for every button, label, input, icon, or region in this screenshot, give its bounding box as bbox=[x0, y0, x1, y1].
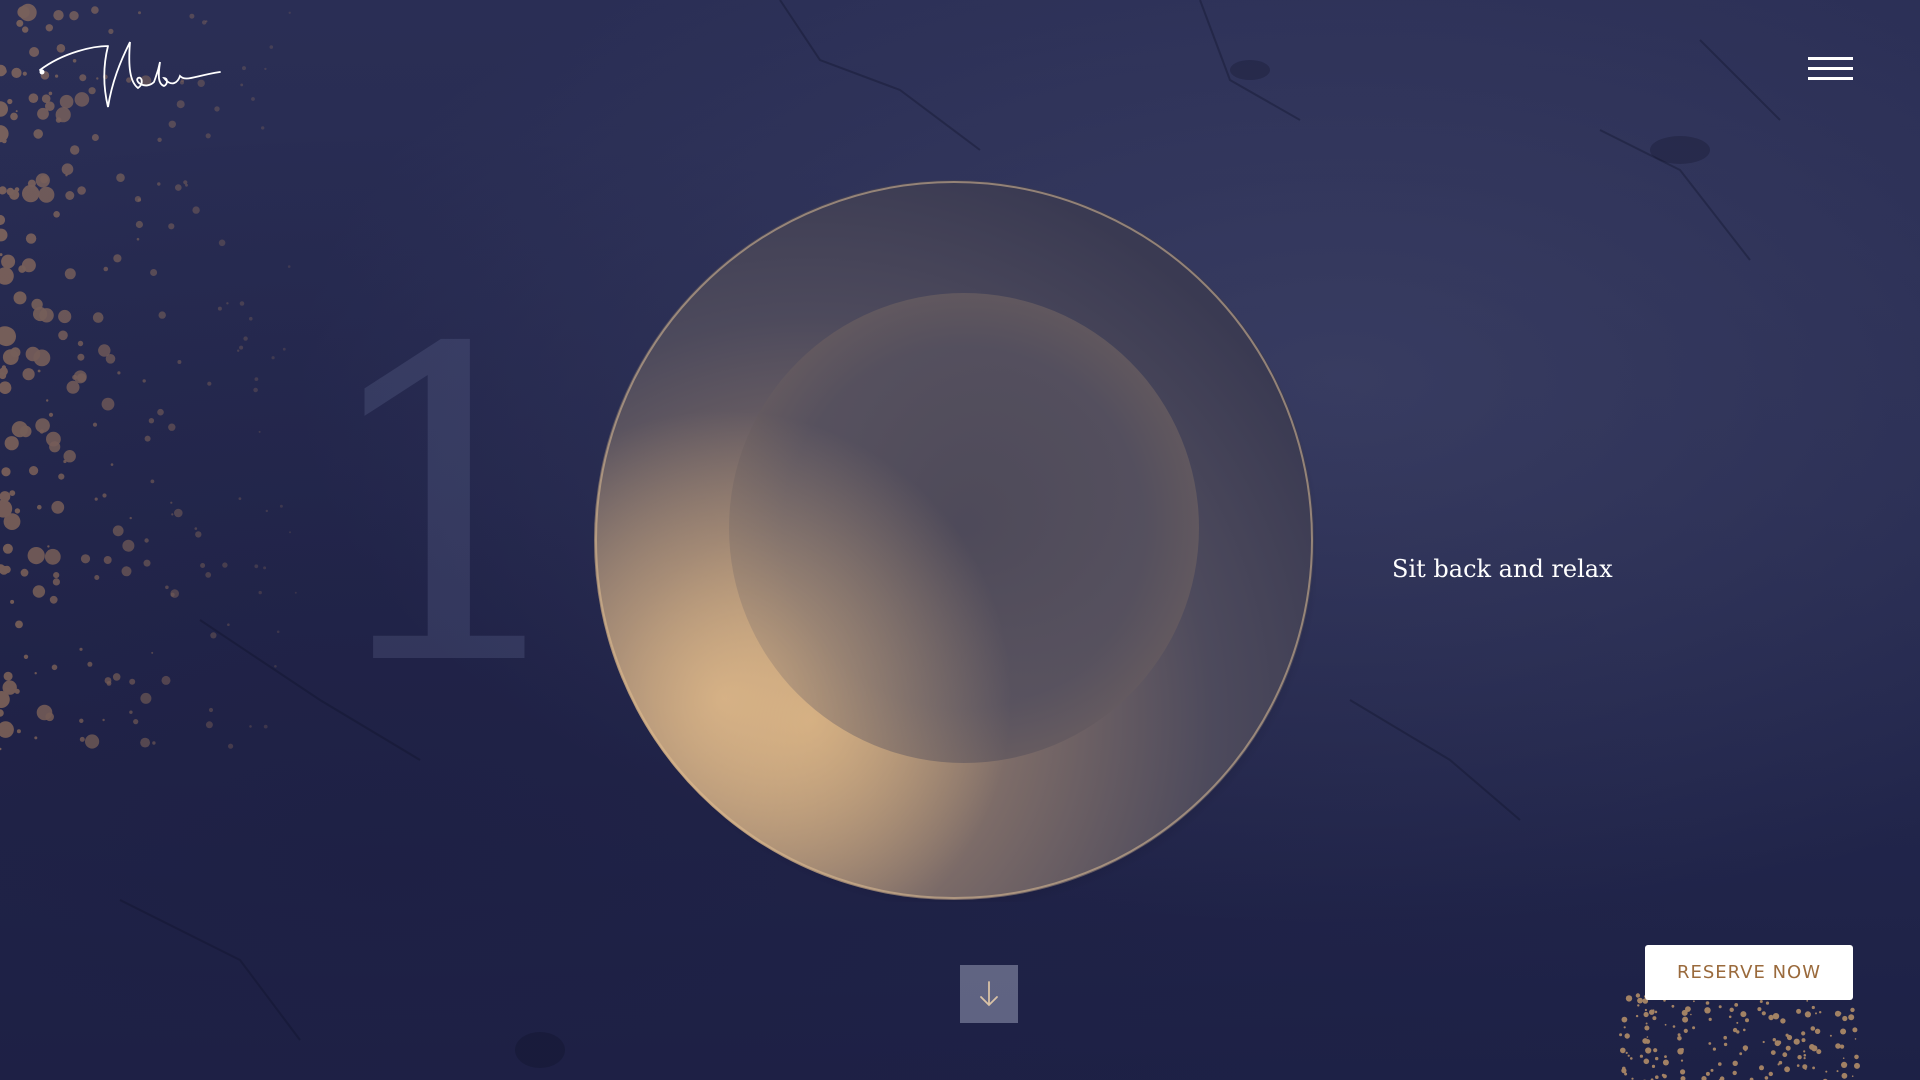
step-number: 1 bbox=[312, 260, 586, 760]
scroll-down-button[interactable] bbox=[960, 965, 1018, 1023]
plate-image bbox=[594, 180, 1316, 902]
reserve-now-button[interactable]: RESERVE NOW bbox=[1645, 945, 1853, 1000]
arrow-down-icon bbox=[980, 981, 998, 1007]
nebo-logo[interactable]: Nebo bbox=[34, 32, 224, 118]
logo-text: Nebo bbox=[224, 32, 225, 33]
menu-button[interactable] bbox=[1800, 52, 1860, 92]
hero-tagline: Sit back and relax bbox=[1392, 555, 1613, 583]
hero-section: Nebo 1 bbox=[0, 0, 1920, 1080]
